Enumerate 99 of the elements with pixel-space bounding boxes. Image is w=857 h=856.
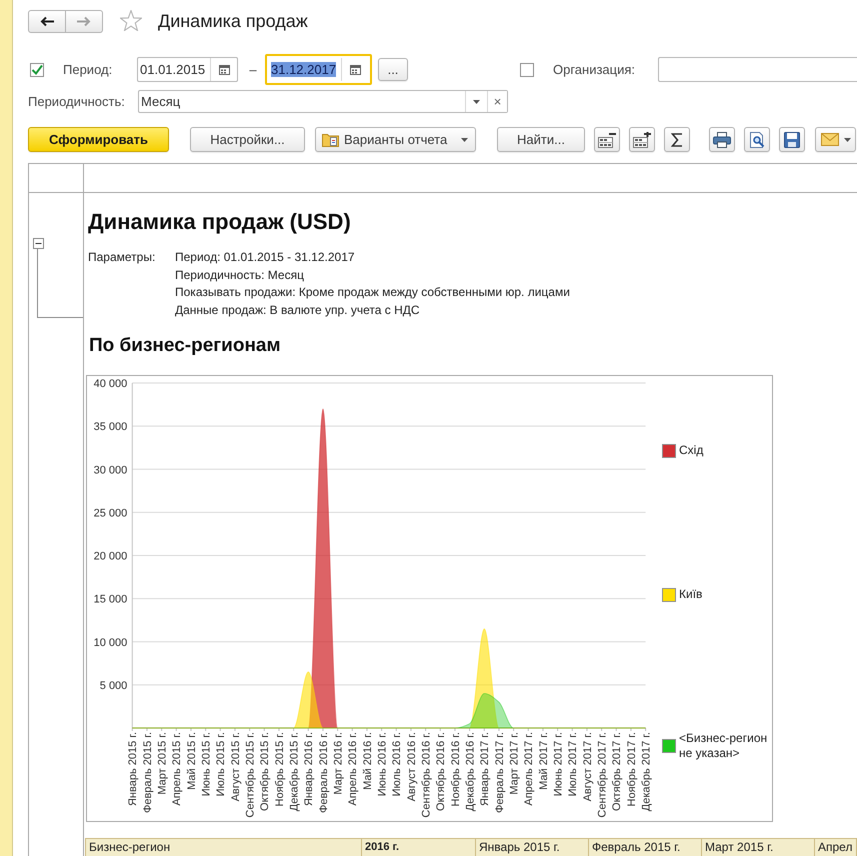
folder-icon	[322, 132, 339, 147]
window-title: Динамика продаж	[158, 10, 308, 32]
envelope-icon	[820, 133, 838, 146]
y-tick-label: 40 000	[94, 378, 128, 390]
x-tick-label: Август 2016 г.	[406, 732, 418, 802]
primary-button[interactable]: Сформировать	[28, 127, 169, 152]
x-tick-label: Май 2017 г.	[538, 732, 550, 790]
x-tick-label: Июнь 2017 г.	[552, 732, 564, 796]
caret-icon	[461, 138, 468, 142]
column-header: Март 2015 г.	[702, 838, 815, 856]
x-tick-label: Январь 2016 г.	[303, 732, 316, 806]
parameters-label: Параметры:	[88, 249, 156, 266]
x-tick-label: Июль 2017 г.	[567, 732, 580, 796]
x-tick-label: Сентябрь 2015 г.	[244, 732, 257, 818]
back-button[interactable]	[28, 10, 66, 33]
x-tick-label: Ноябрь 2016 г.	[450, 732, 462, 806]
x-tick-label: Январь 2015 г.	[127, 732, 140, 806]
x-tick-label: Июль 2015 г.	[215, 732, 228, 796]
x-tick-label: Июнь 2016 г.	[376, 732, 389, 796]
menu-button[interactable]: Варианты отчета	[315, 127, 476, 152]
x-tick-label: Август 2015 г.	[230, 732, 242, 802]
input-field[interactable]	[658, 57, 857, 82]
preview-button[interactable]	[744, 127, 770, 152]
x-tick-label: Сентябрь 2016 г.	[420, 732, 433, 818]
star-icon[interactable]	[120, 10, 142, 31]
toolbar-button[interactable]: Настройки...	[190, 127, 305, 152]
magnifier-page-icon	[750, 132, 764, 148]
sigma-icon	[671, 132, 683, 146]
y-tick-label: 35 000	[94, 421, 128, 434]
sum-button[interactable]	[664, 127, 690, 152]
x-tick-label: Июль 2016 г.	[391, 732, 404, 796]
calendar-icon[interactable]	[218, 64, 230, 74]
parameter-text: Данные продаж: В валюте упр. учета с НДС	[175, 302, 420, 318]
clear-button[interactable]: ×	[487, 91, 507, 112]
column-header: Бизнес-регион	[85, 838, 362, 856]
parameter-text: Период: 01.01.2015 - 31.12.2017	[175, 249, 355, 266]
checkbox[interactable]	[520, 62, 534, 76]
date-field[interactable]: 31.12.2017	[265, 54, 372, 85]
x-tick-label: Февраль 2016 г.	[318, 732, 330, 814]
organization-label: Организация:	[553, 62, 636, 77]
x-tick-label: Февраль 2017 г.	[494, 732, 506, 814]
select-field[interactable]: Месяц ×	[138, 90, 508, 113]
legend-label: <Бизнес-регион не указан>	[679, 731, 768, 761]
parameter-text: Показывать продажи: Кроме продаж между собственными юр. лицами	[175, 284, 570, 301]
x-tick-label: Апрель 2017 г.	[523, 732, 536, 806]
x-tick-label: Декабрь 2016 г.	[464, 732, 476, 812]
x-tick-label: Декабрь 2017 г.	[640, 732, 652, 812]
email-button[interactable]	[815, 127, 856, 152]
x-tick-label: Август 2017 г.	[582, 732, 594, 802]
cells-plus-icon	[633, 132, 651, 148]
column-header: Январь 2015 г.	[476, 838, 589, 856]
legend-label: Схід	[679, 443, 704, 458]
cells-minus-icon	[598, 132, 616, 148]
column-header: Апрел	[815, 838, 857, 856]
legend-label: Київ	[679, 587, 702, 602]
caret-icon	[844, 138, 850, 142]
report-title: Динамика продаж (USD)	[88, 209, 351, 235]
x-tick-label: Октябрь 2016 г.	[435, 732, 448, 811]
section-title: По бизнес-регионам	[89, 335, 281, 357]
x-tick-label: Ноябрь 2015 г.	[274, 732, 286, 806]
print-button[interactable]	[709, 127, 735, 152]
parameter-text: Периодичность: Месяц	[175, 266, 304, 284]
x-tick-label: Февраль 2015 г.	[142, 732, 154, 814]
y-tick-label: 30 000	[94, 464, 128, 476]
x-tick-label: Март 2017 г.	[508, 732, 520, 795]
x-tick-label: Апрель 2016 г.	[347, 732, 360, 806]
x-tick-label: Декабрь 2015 г.	[288, 732, 301, 812]
checkbox[interactable]	[30, 62, 44, 76]
x-tick-label: Май 2016 г.	[362, 732, 374, 790]
y-tick-label: 25 000	[94, 507, 128, 520]
period-label: Период:	[63, 62, 114, 77]
caret-icon	[473, 100, 480, 104]
cells-minus-button[interactable]	[594, 127, 620, 152]
column-header: 2016 г.	[362, 838, 476, 856]
x-tick-label: Апрель 2015 г.	[171, 732, 184, 806]
printer-icon	[713, 132, 731, 148]
x-tick-label: Март 2015 г.	[156, 732, 169, 795]
x-tick-label: Октябрь 2017 г.	[611, 732, 624, 811]
date-field[interactable]: 01.01.2015	[137, 57, 238, 82]
more-button[interactable]: ...	[378, 58, 408, 81]
x-tick-label: Сентябрь 2017 г.	[596, 732, 608, 818]
toolbar-button[interactable]: Найти...	[497, 127, 585, 152]
x-tick-label: Январь 2017 г.	[479, 732, 492, 806]
x-tick-label: Октябрь 2015 г.	[259, 732, 272, 811]
calendar-icon[interactable]	[350, 64, 360, 74]
x-tick-label: Июнь 2015 г.	[200, 732, 213, 796]
x-tick-label: Ноябрь 2017 г.	[626, 732, 638, 806]
cells-plus-button[interactable]	[629, 127, 655, 152]
periodicity-label: Периодичность:	[28, 94, 126, 109]
x-tick-label: Май 2015 г.	[186, 732, 198, 790]
collapse-icon[interactable]	[33, 238, 44, 249]
y-tick-label: 5 000	[100, 680, 128, 692]
save-button[interactable]	[779, 127, 805, 152]
date-separator: –	[248, 62, 258, 77]
y-tick-label: 15 000	[94, 594, 128, 606]
y-tick-label: 10 000	[94, 636, 128, 649]
column-header: Февраль 2015 г.	[589, 838, 702, 856]
y-tick-label: 20 000	[94, 550, 128, 562]
x-tick-label: Март 2016 г.	[332, 732, 345, 795]
